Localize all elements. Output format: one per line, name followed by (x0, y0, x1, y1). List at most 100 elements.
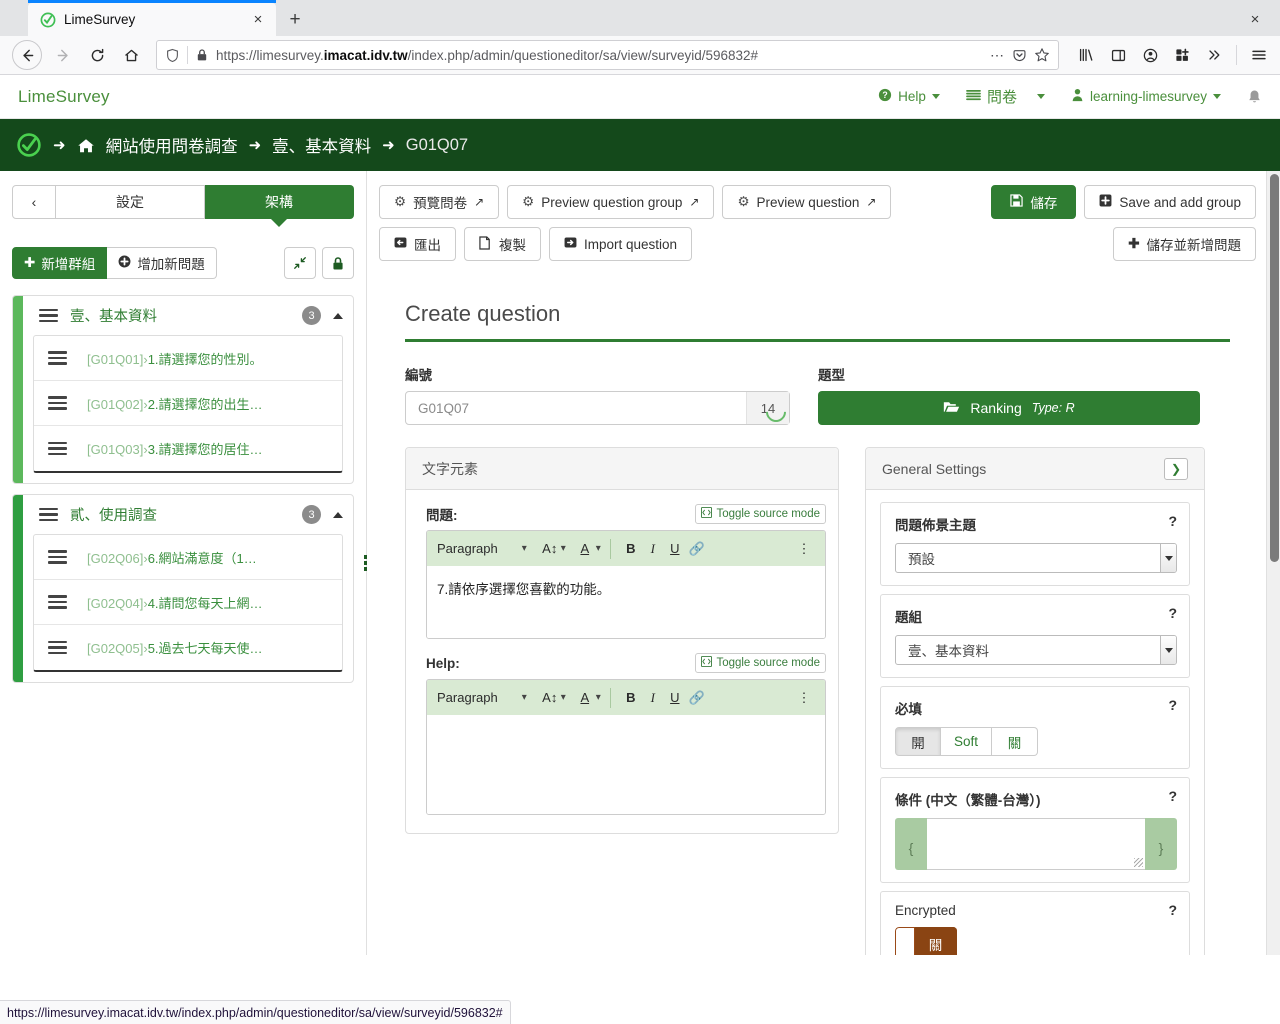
list-item[interactable]: [G02Q05]›5.過去七天每天使… (34, 625, 342, 670)
copy-button[interactable]: 複製 (464, 227, 541, 261)
help-toggle-source-button[interactable]: Toggle source mode (695, 653, 826, 673)
font-size-icon[interactable]: A↕ (539, 690, 561, 705)
question-group-select[interactable]: 壹、基本資料 (895, 635, 1177, 665)
drag-handle-icon[interactable] (48, 348, 67, 368)
mandatory-option-soft[interactable]: Soft (941, 727, 993, 756)
question-type-button[interactable]: Ranking Type: R (818, 391, 1200, 425)
question-editor-content[interactable]: 7.請依序選擇您喜歡的功能。 (427, 566, 825, 638)
question-toggle-source-button[interactable]: Toggle source mode (695, 504, 826, 524)
italic-icon[interactable]: I (642, 541, 664, 557)
home-button[interactable] (114, 40, 148, 70)
help-icon[interactable]: ? (1168, 605, 1177, 621)
chevron-down-icon[interactable]: ▾ (596, 543, 601, 554)
more-options-icon[interactable]: ⋮ (793, 541, 815, 557)
drag-handle-icon[interactable] (48, 637, 67, 657)
save-and-add-group-button[interactable]: Save and add group (1084, 185, 1256, 219)
save-button[interactable]: 儲存 (991, 185, 1077, 219)
chevron-down-icon[interactable]: ▾ (561, 692, 566, 703)
overflow-icon[interactable] (1199, 40, 1229, 70)
link-icon[interactable]: 🔗 (686, 541, 708, 557)
url-text[interactable]: https://limesurvey.imacat.idv.tw/index.p… (216, 48, 983, 63)
help-icon[interactable]: ? (1168, 697, 1177, 713)
back-button[interactable] (12, 40, 42, 70)
bell-icon[interactable] (1247, 89, 1262, 105)
help-editor-content[interactable] (427, 715, 825, 814)
text-color-icon[interactable]: A (574, 541, 596, 556)
library-icon[interactable] (1071, 40, 1101, 70)
paragraph-format-select[interactable]: Paragraph ▾ (437, 690, 527, 705)
text-color-icon[interactable]: A (574, 690, 596, 705)
chevron-up-icon[interactable] (333, 511, 343, 518)
drag-handle-icon[interactable] (48, 547, 67, 567)
lock-icon[interactable] (195, 48, 209, 62)
add-question-button[interactable]: 增加新問題 (107, 247, 217, 279)
mandatory-option-off[interactable]: 關 (992, 727, 1039, 756)
pocket-icon[interactable] (1012, 48, 1027, 63)
chevron-down-icon[interactable]: ▾ (596, 692, 601, 703)
sidebar-tab-settings[interactable]: 設定 (56, 185, 205, 219)
main-scrollbar[interactable] (1266, 171, 1280, 955)
link-icon[interactable]: 🔗 (686, 690, 708, 706)
help-icon[interactable]: ? (1168, 902, 1177, 918)
preview-question-group-button[interactable]: ⚙ Preview question group ↗ (507, 185, 715, 219)
chevron-right-icon[interactable]: ❯ (1164, 457, 1188, 480)
new-tab-button[interactable]: + (276, 3, 314, 36)
extensions-icon[interactable] (1167, 40, 1197, 70)
chevron-up-icon[interactable] (333, 312, 343, 319)
sidebar-collapse-button[interactable]: ‹ (12, 185, 56, 219)
shield-icon[interactable] (165, 48, 180, 63)
paragraph-format-select[interactable]: Paragraph ▾ (437, 541, 527, 556)
drag-handle-icon[interactable] (39, 504, 58, 524)
tab-close-icon[interactable]: × (248, 10, 268, 30)
drag-handle-icon[interactable] (48, 393, 67, 413)
topnav-help[interactable]: ? Help (878, 88, 940, 105)
sidebar-icon[interactable] (1103, 40, 1133, 70)
forward-button[interactable] (46, 40, 80, 70)
reload-button[interactable] (80, 40, 114, 70)
preview-question-button[interactable]: ⚙ Preview question ↗ (722, 185, 892, 219)
chevron-down-icon[interactable]: ▾ (561, 543, 566, 554)
drag-handle-icon[interactable] (48, 592, 67, 612)
preview-survey-button[interactable]: ⚙ 預覽問卷 ↗ (379, 185, 500, 219)
window-close-button[interactable]: × (1240, 11, 1270, 28)
help-icon[interactable]: ? (1168, 513, 1177, 529)
font-size-icon[interactable]: A↕ (539, 541, 561, 556)
lock-icon[interactable] (322, 247, 354, 279)
list-item[interactable]: [G01Q02]›2.請選擇您的出生… (34, 381, 342, 426)
export-button[interactable]: 匯出 (379, 227, 456, 261)
sidebar-tab-structure[interactable]: 架構 (205, 185, 354, 227)
condition-textarea[interactable] (927, 818, 1145, 870)
topnav-surveys[interactable]: 問卷 (966, 86, 1045, 107)
star-icon[interactable] (1034, 47, 1050, 63)
mandatory-option-on[interactable]: 開 (895, 727, 941, 756)
breadcrumb-item-survey[interactable]: 網站使用問卷調查 (106, 133, 238, 157)
url-bar[interactable]: https://limesurvey.imacat.idv.tw/index.p… (156, 40, 1059, 70)
help-icon[interactable]: ? (1168, 788, 1177, 804)
breadcrumb-item-group[interactable]: 壹、基本資料 (272, 133, 371, 157)
underline-icon[interactable]: U (664, 690, 686, 705)
drag-handle-icon[interactable] (39, 305, 58, 325)
bold-icon[interactable]: B (620, 541, 642, 556)
topnav-user[interactable]: learning-limesurvey (1071, 88, 1221, 105)
underline-icon[interactable]: U (664, 541, 686, 556)
code-input-value[interactable]: G01Q07 (406, 401, 746, 416)
page-actions-icon[interactable]: ⋯ (990, 47, 1005, 64)
group-header[interactable]: 壹、基本資料 3 (13, 296, 353, 335)
drag-handle-icon[interactable] (48, 438, 67, 458)
list-item[interactable]: [G02Q06]›6.網站滿意度（1… (34, 535, 342, 580)
app-logo[interactable]: LimeSurvey (18, 87, 110, 107)
menu-icon[interactable] (1244, 40, 1274, 70)
add-group-button[interactable]: ✚ 新增群組 (12, 247, 108, 279)
list-item[interactable]: [G01Q03]›3.請選擇您的居住… (34, 426, 342, 471)
question-theme-select[interactable]: 預設 (895, 543, 1177, 573)
encrypted-toggle[interactable]: 關 (895, 927, 957, 955)
import-question-button[interactable]: Import question (549, 227, 693, 261)
code-input[interactable]: G01Q07 14 (405, 391, 790, 425)
list-item[interactable]: [G02Q04]›4.請問您每天上網… (34, 580, 342, 625)
limesurvey-mark-icon[interactable] (16, 132, 42, 158)
save-and-add-question-button[interactable]: ✚ 儲存並新增問題 (1113, 227, 1256, 261)
italic-icon[interactable]: I (642, 690, 664, 706)
browser-tab[interactable]: LimeSurvey × (28, 3, 276, 36)
list-item[interactable]: [G01Q01]›1.請選擇您的性別。 (34, 336, 342, 381)
account-icon[interactable] (1135, 40, 1165, 70)
